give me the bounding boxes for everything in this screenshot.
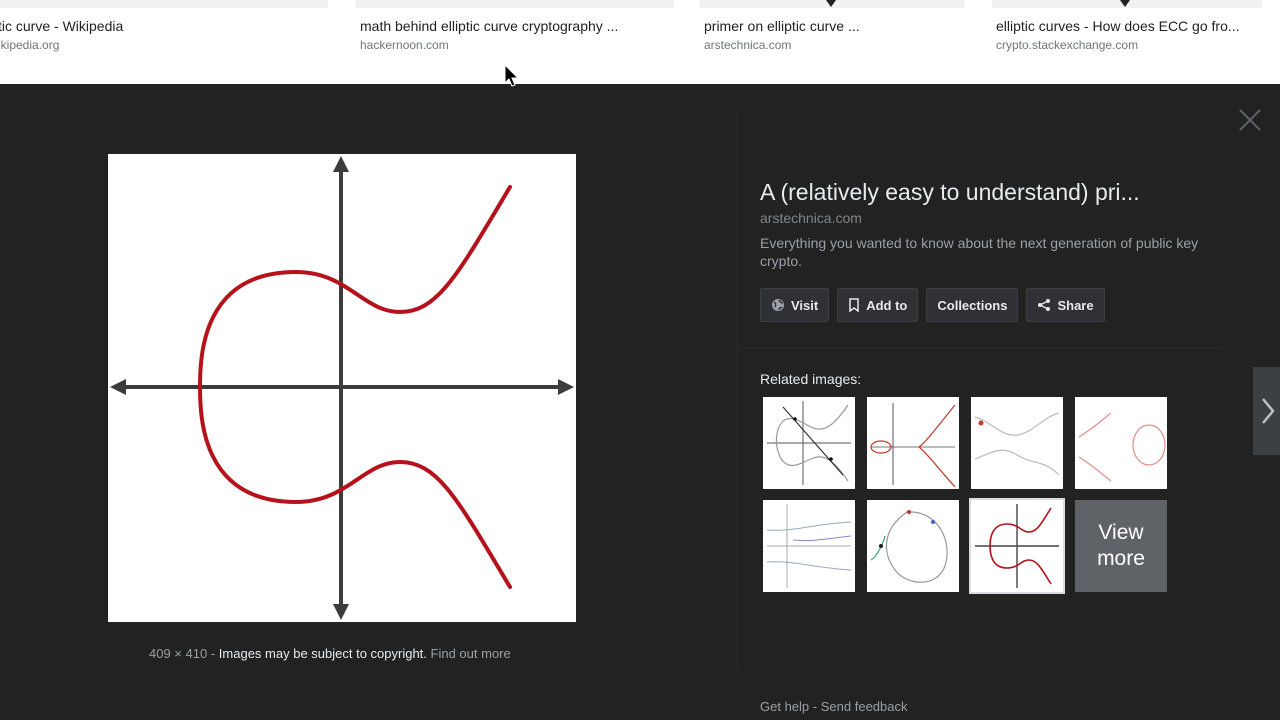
result-thumbnail-edge[interactable] bbox=[0, 0, 328, 8]
main-preview-image[interactable] bbox=[108, 154, 576, 622]
related-images-grid: View more bbox=[763, 397, 1167, 594]
panel-footer: Get help - Send feedback bbox=[760, 699, 907, 714]
result-stackexchange[interactable]: elliptic curves - How does ECC go fro...… bbox=[996, 18, 1240, 52]
find-out-more-link[interactable]: Find out more bbox=[431, 646, 511, 661]
related-image[interactable] bbox=[1075, 397, 1167, 489]
result-title[interactable]: primer on elliptic curve ... bbox=[704, 18, 860, 34]
top-results-strip: tic curve - Wikipedia ikipedia.org math … bbox=[0, 0, 1280, 84]
meta-separator: - bbox=[210, 646, 216, 661]
related-image-selected[interactable] bbox=[969, 498, 1065, 594]
image-preview-panel: 409 × 410 - Images may be subject to cop… bbox=[0, 84, 1280, 720]
related-thumbnail bbox=[975, 504, 1059, 588]
elliptic-curve-graph bbox=[110, 156, 574, 620]
related-thumbnail bbox=[767, 401, 851, 485]
related-image[interactable] bbox=[971, 397, 1063, 489]
related-image[interactable] bbox=[867, 500, 959, 592]
result-hackernoon[interactable]: math behind elliptic curve cryptography … bbox=[360, 18, 618, 52]
image-meta: 409 × 410 - Images may be subject to cop… bbox=[149, 646, 511, 661]
result-thumbnail-edge[interactable] bbox=[356, 0, 674, 8]
result-title[interactable]: math behind elliptic curve cryptography … bbox=[360, 18, 618, 34]
action-bar: Visit Add to Collections Share bbox=[760, 288, 1105, 322]
section-divider bbox=[737, 347, 1223, 348]
related-image[interactable] bbox=[763, 397, 855, 489]
related-image[interactable] bbox=[763, 500, 855, 592]
copyright-notice: Images may be subject to copyright. bbox=[218, 646, 427, 661]
collections-button[interactable]: Collections bbox=[926, 288, 1019, 322]
related-image[interactable] bbox=[867, 397, 959, 489]
image-dimensions: 409 × 410 bbox=[149, 646, 208, 661]
panel-divider bbox=[737, 110, 738, 670]
image-description: Everything you wanted to know about the … bbox=[760, 235, 1199, 269]
share-button[interactable]: Share bbox=[1026, 288, 1105, 322]
result-title[interactable]: tic curve - Wikipedia bbox=[0, 18, 123, 34]
related-thumbnail bbox=[870, 510, 948, 583]
mouse-cursor-icon bbox=[504, 64, 520, 87]
chevron-right-icon bbox=[1262, 398, 1275, 424]
add-to-label: Add to bbox=[866, 297, 908, 313]
result-domain: ikipedia.org bbox=[0, 38, 60, 52]
related-thumbnail bbox=[974, 412, 1060, 476]
result-domain: arstechnica.com bbox=[704, 38, 792, 52]
view-more-label: View more bbox=[1097, 521, 1145, 570]
selection-notch bbox=[1120, 0, 1130, 7]
selection-notch bbox=[826, 0, 836, 7]
bookmark-icon bbox=[849, 298, 859, 312]
share-label: Share bbox=[1057, 297, 1094, 313]
next-image-button[interactable] bbox=[1253, 367, 1280, 455]
result-domain: crypto.stackexchange.com bbox=[996, 38, 1139, 52]
image-title[interactable]: A (relatively easy to understand) pri... bbox=[760, 179, 1140, 206]
share-icon bbox=[1038, 299, 1051, 311]
related-thumbnail bbox=[1078, 412, 1166, 482]
related-images-label: Related images: bbox=[760, 371, 862, 387]
result-arstechnica[interactable]: primer on elliptic curve ... arstechnica… bbox=[704, 18, 860, 52]
close-icon bbox=[1239, 109, 1261, 131]
visit-button[interactable]: Visit bbox=[760, 288, 830, 322]
add-to-button[interactable]: Add to bbox=[837, 288, 919, 322]
visit-label: Visit bbox=[791, 297, 819, 313]
result-title[interactable]: elliptic curves - How does ECC go fro... bbox=[996, 18, 1240, 34]
image-source-domain: arstechnica.com bbox=[760, 210, 862, 226]
view-more-button[interactable]: View more bbox=[1075, 500, 1167, 592]
globe-icon bbox=[772, 299, 784, 311]
footer-separator: - bbox=[812, 699, 818, 714]
related-thumbnail bbox=[766, 504, 852, 588]
related-thumbnail bbox=[870, 403, 956, 488]
collections-label: Collections bbox=[937, 297, 1008, 313]
send-feedback-link[interactable]: Send feedback bbox=[821, 699, 908, 714]
result-wikipedia[interactable]: tic curve - Wikipedia ikipedia.org bbox=[0, 18, 123, 52]
get-help-link[interactable]: Get help bbox=[760, 699, 809, 714]
result-domain: hackernoon.com bbox=[360, 38, 449, 52]
close-button[interactable] bbox=[1234, 104, 1266, 136]
